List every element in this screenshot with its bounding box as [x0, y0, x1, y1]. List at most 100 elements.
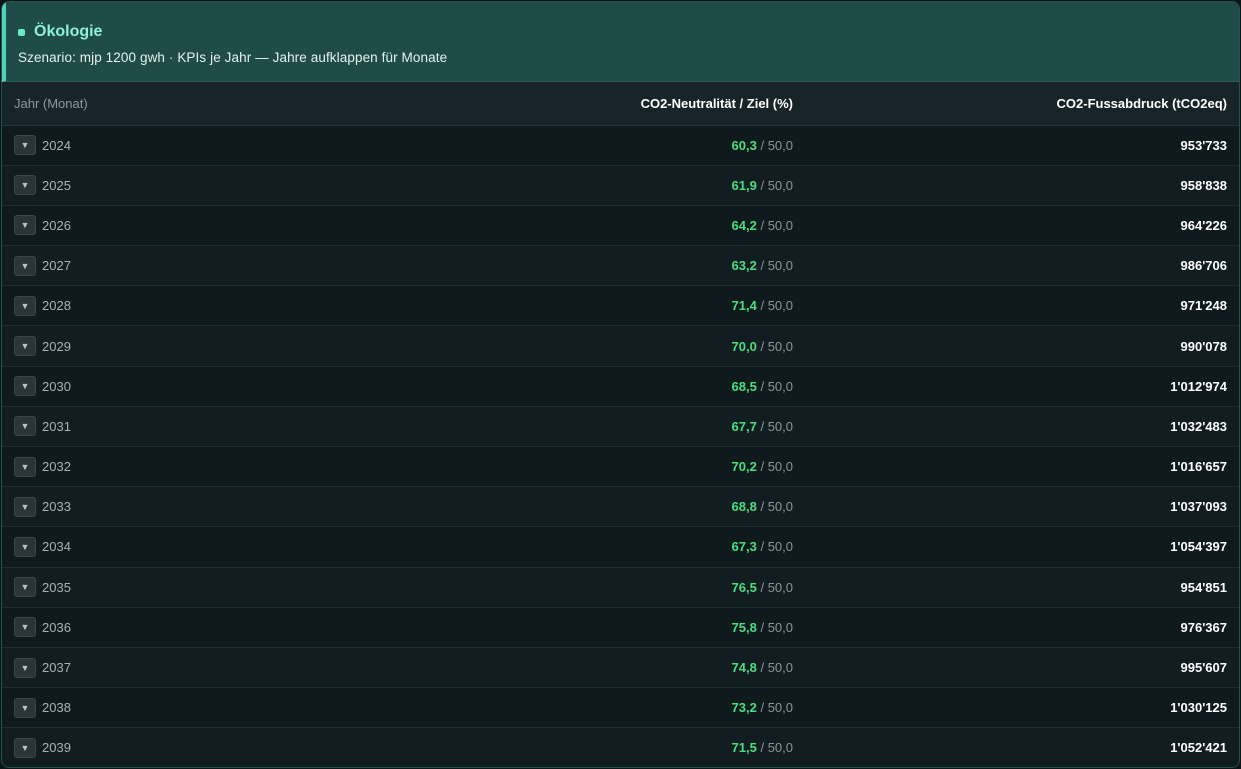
- value-separator: /: [760, 459, 765, 475]
- expand-year-button[interactable]: ▼: [14, 135, 36, 156]
- co2-neutrality-cell: 67,3 / 50,0: [402, 527, 801, 567]
- chevron-down-icon: ▼: [20, 461, 30, 472]
- value-separator: /: [760, 539, 765, 555]
- year-label: 2036: [42, 619, 71, 635]
- co2-neutrality-cell: 68,5 / 50,0: [402, 366, 801, 406]
- expand-year-button[interactable]: ▼: [14, 295, 36, 316]
- year-wrap: ▼ 2026: [14, 215, 402, 236]
- co2-footprint-cell: 986'706: [1180, 258, 1227, 274]
- co2-neutrality-target: 50,0: [767, 177, 793, 193]
- co2-footprint-cell: 1'030'125: [1170, 700, 1227, 716]
- value-separator: /: [760, 258, 765, 274]
- panel-subtitle: Szenario: mjp 1200 gwh · KPIs je Jahr — …: [18, 50, 448, 65]
- column-header-co2-neutrality[interactable]: CO2-Neutralität / Ziel (%): [402, 82, 801, 126]
- co2-neutrality-cell: 70,0 / 50,0: [402, 326, 801, 366]
- year-cell: ▼ 2031: [2, 406, 402, 446]
- year-cell: ▼ 2035: [2, 567, 402, 607]
- year-label: 2038: [42, 700, 71, 716]
- table-row: ▼ 2033 68,8 / 50,0 1'037'093: [2, 486, 1239, 527]
- value-separator: /: [760, 700, 765, 716]
- expand-year-button[interactable]: ▼: [14, 617, 36, 638]
- co2-neutrality-cell: 60,3 / 50,0: [402, 125, 801, 165]
- value-separator: /: [760, 217, 765, 233]
- co2-footprint-cell: 971'248: [1180, 298, 1227, 314]
- value-separator: /: [760, 499, 765, 515]
- expand-year-button[interactable]: ▼: [14, 336, 36, 357]
- expand-year-button[interactable]: ▼: [14, 657, 36, 678]
- chevron-down-icon: ▼: [20, 421, 30, 432]
- year-wrap: ▼ 2034: [14, 536, 402, 557]
- year-cell: ▼ 2033: [2, 487, 402, 527]
- table-row: ▼ 2028 71,4 / 50,0 971'248: [2, 285, 1239, 326]
- value-separator: /: [760, 579, 765, 595]
- column-header-co2-footprint[interactable]: CO2-Fussabdruck (tCO2eq): [801, 82, 1239, 126]
- table-row: ▼ 2024 60,3 / 50,0 953'733: [2, 125, 1239, 166]
- expand-year-button[interactable]: ▼: [14, 496, 36, 517]
- chevron-down-icon: ▼: [20, 381, 30, 392]
- column-header-year[interactable]: Jahr (Monat): [2, 82, 402, 126]
- co2-neutrality-target: 50,0: [767, 579, 793, 595]
- expand-year-button[interactable]: ▼: [14, 697, 36, 718]
- co2-footprint-cell: 1'052'421: [1170, 740, 1227, 756]
- year-label: 2031: [42, 418, 71, 434]
- co2-neutrality-value: 63,2: [731, 258, 757, 274]
- year-wrap: ▼ 2036: [14, 617, 402, 638]
- expand-year-button[interactable]: ▼: [14, 456, 36, 477]
- co2-footprint-cell: 958'838: [1180, 177, 1227, 193]
- year-cell: ▼ 2029: [2, 326, 402, 366]
- chevron-down-icon: ▼: [20, 341, 30, 352]
- year-label: 2025: [42, 177, 71, 193]
- expand-year-button[interactable]: ▼: [14, 255, 36, 276]
- year-wrap: ▼ 2029: [14, 336, 402, 357]
- kpi-table: Jahr (Monat) CO2-Neutralität / Ziel (%) …: [2, 82, 1239, 767]
- table-row: ▼ 2026 64,2 / 50,0 964'226: [2, 205, 1239, 246]
- year-wrap: ▼ 2039: [14, 737, 402, 758]
- chevron-down-icon: ▼: [20, 662, 30, 673]
- co2-neutrality-cell: 67,7 / 50,0: [402, 406, 801, 446]
- table-row: ▼ 2034 67,3 / 50,0 1'054'397: [2, 526, 1239, 568]
- chevron-down-icon: ▼: [20, 742, 30, 753]
- expand-year-button[interactable]: ▼: [14, 215, 36, 236]
- co2-neutrality-value: 73,2: [731, 700, 757, 716]
- year-label: 2024: [42, 137, 71, 153]
- table-row: ▼ 2027 63,2 / 50,0 986'706: [2, 245, 1239, 286]
- co2-neutrality-target: 50,0: [767, 418, 793, 434]
- co2-neutrality-cell: 75,8 / 50,0: [402, 607, 801, 647]
- expand-year-button[interactable]: ▼: [14, 737, 36, 758]
- co2-neutrality-value: 60,3: [731, 137, 757, 153]
- year-cell: ▼ 2038: [2, 688, 402, 728]
- year-wrap: ▼ 2033: [14, 496, 402, 517]
- co2-neutrality-value: 75,8: [731, 619, 757, 635]
- square-bullet-icon: [18, 29, 25, 36]
- co2-footprint-cell: 1'037'093: [1170, 499, 1227, 515]
- co2-neutrality-value: 70,2: [731, 459, 757, 475]
- ecology-panel: Ökologie Szenario: mjp 1200 gwh · KPIs j…: [1, 1, 1240, 768]
- value-separator: /: [760, 740, 765, 756]
- co2-neutrality-target: 50,0: [767, 459, 793, 475]
- co2-neutrality-value: 67,3: [731, 539, 757, 555]
- year-label: 2030: [42, 378, 71, 394]
- expand-year-button[interactable]: ▼: [14, 416, 36, 437]
- co2-footprint-cell: 1'054'397: [1170, 539, 1227, 555]
- year-cell: ▼ 2025: [2, 165, 402, 205]
- chevron-down-icon: ▼: [20, 140, 30, 151]
- co2-neutrality-target: 50,0: [767, 700, 793, 716]
- panel-header: Ökologie Szenario: mjp 1200 gwh · KPIs j…: [2, 2, 1239, 82]
- expand-year-button[interactable]: ▼: [14, 376, 36, 397]
- table-header-row: Jahr (Monat) CO2-Neutralität / Ziel (%) …: [2, 82, 1239, 126]
- year-cell: ▼ 2030: [2, 366, 402, 406]
- co2-neutrality-target: 50,0: [767, 258, 793, 274]
- co2-neutrality-value: 71,4: [731, 298, 757, 314]
- expand-year-button[interactable]: ▼: [14, 577, 36, 598]
- co2-neutrality-target: 50,0: [767, 539, 793, 555]
- year-label: 2028: [42, 298, 71, 314]
- year-label: 2039: [42, 740, 71, 756]
- co2-neutrality-target: 50,0: [767, 740, 793, 756]
- year-cell: ▼ 2036: [2, 607, 402, 647]
- year-label: 2029: [42, 338, 71, 354]
- chevron-down-icon: ▼: [20, 582, 30, 593]
- year-label: 2032: [42, 459, 71, 475]
- expand-year-button[interactable]: ▼: [14, 536, 36, 557]
- expand-year-button[interactable]: ▼: [14, 175, 36, 196]
- table-row: ▼ 2025 61,9 / 50,0 958'838: [2, 165, 1239, 206]
